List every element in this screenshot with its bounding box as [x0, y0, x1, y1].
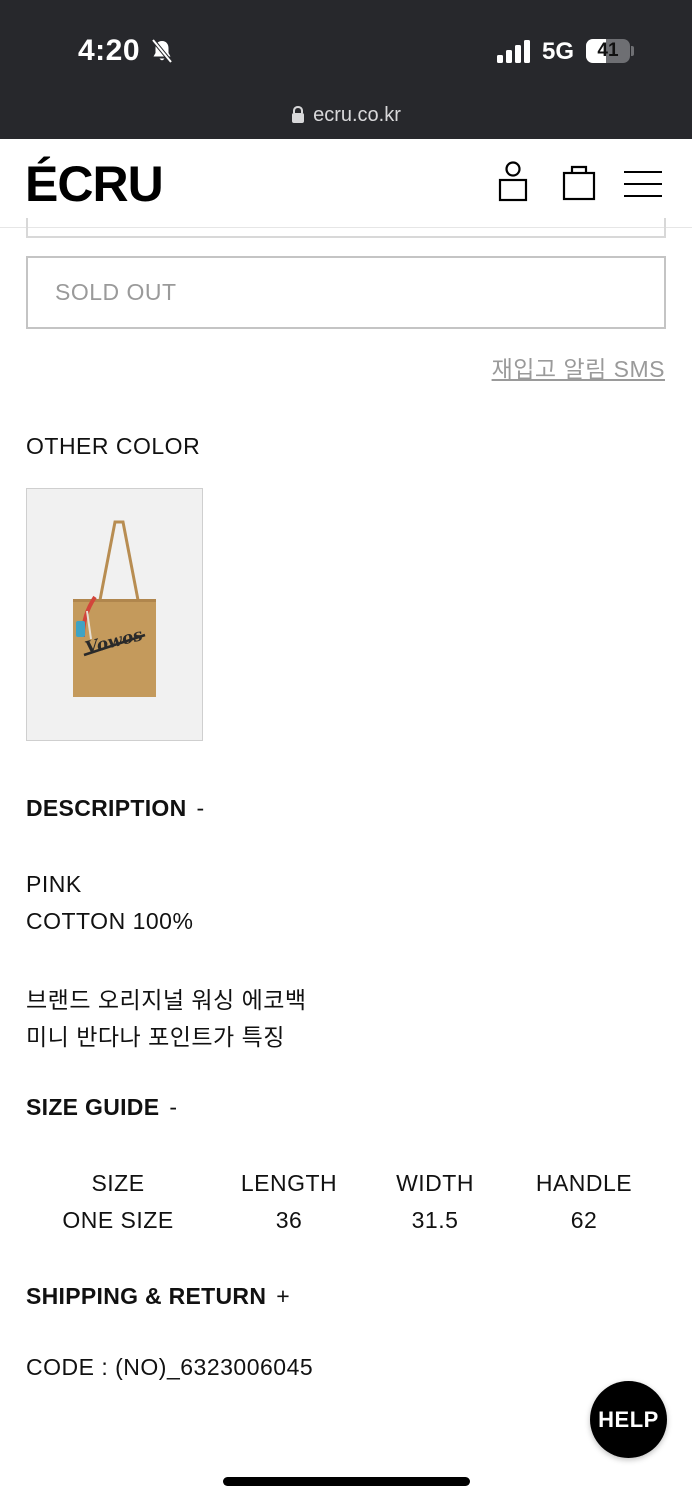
description-toggle[interactable]: - — [196, 795, 204, 821]
user-icon[interactable] — [497, 160, 529, 202]
shipping-return-toggle[interactable]: + — [276, 1283, 290, 1309]
width-col-header: WIDTH — [396, 1170, 474, 1196]
other-color-title: OTHER COLOR — [26, 433, 201, 459]
size-guide-header[interactable]: SIZE GUIDE - — [26, 1094, 177, 1121]
status-time: 4:20 — [78, 34, 141, 67]
brand-logo[interactable]: ÉCRU — [25, 159, 164, 209]
network-type: 5G — [542, 38, 575, 65]
site-header: ÉCRU — [0, 139, 692, 228]
battery-nub — [631, 46, 634, 56]
description-line: 미니 반다나 포인트가 특징 — [26, 1024, 285, 1050]
shipping-return-title: SHIPPING & RETURN — [26, 1283, 267, 1309]
table-row: ONE SIZE 36 31.5 62 — [26, 1202, 666, 1239]
shipping-return-header[interactable]: SHIPPING & RETURN + — [26, 1283, 290, 1310]
description-title: DESCRIPTION — [26, 795, 187, 821]
battery-icon: 41 — [586, 39, 630, 63]
product-code: CODE : (NO)_6323006045 — [26, 1354, 314, 1380]
length-col-header: LENGTH — [240, 1170, 338, 1196]
handle-cell: 62 — [570, 1207, 598, 1233]
size-guide-title: SIZE GUIDE — [26, 1094, 160, 1120]
restock-sms-link[interactable]: 재입고 알림 SMS — [492, 350, 665, 384]
sold-out-button[interactable]: SOLD OUT — [26, 256, 666, 329]
size-guide-toggle[interactable]: - — [169, 1094, 177, 1120]
lock-icon — [292, 106, 305, 123]
status-bar: 4:20 5G 41 ecru.co.kr — [0, 0, 692, 139]
menu-icon[interactable] — [623, 169, 663, 199]
battery-percent: 41 — [597, 40, 619, 61]
url-text: ecru.co.kr — [313, 104, 401, 126]
length-cell: 36 — [275, 1207, 303, 1233]
bell-off-icon — [151, 38, 173, 64]
other-color-thumbnail[interactable]: Vowos — [26, 488, 203, 741]
size-table: SIZE LENGTH WIDTH HANDLE ONE SIZE 36 31.… — [26, 1165, 666, 1239]
width-cell: 31.5 — [411, 1207, 459, 1233]
description-line: 브랜드 오리지널 워싱 에코백 — [26, 987, 307, 1013]
size-col-header: SIZE — [91, 1170, 145, 1196]
option-select-partial[interactable] — [26, 218, 666, 238]
description-line: PINK — [26, 871, 82, 897]
tote-bag-image: Vowos — [73, 520, 156, 697]
description-line: COTTON 100% — [26, 908, 194, 934]
address-bar[interactable]: ecru.co.kr — [0, 104, 692, 127]
help-button[interactable]: HELP — [590, 1381, 667, 1458]
size-table-header: SIZE LENGTH WIDTH HANDLE — [26, 1165, 666, 1202]
home-indicator[interactable] — [223, 1477, 470, 1486]
handle-col-header: HANDLE — [535, 1170, 633, 1196]
description-header[interactable]: DESCRIPTION - — [26, 795, 204, 822]
signal-icon — [497, 40, 530, 63]
bag-icon[interactable] — [562, 163, 596, 201]
size-cell: ONE SIZE — [62, 1207, 174, 1233]
